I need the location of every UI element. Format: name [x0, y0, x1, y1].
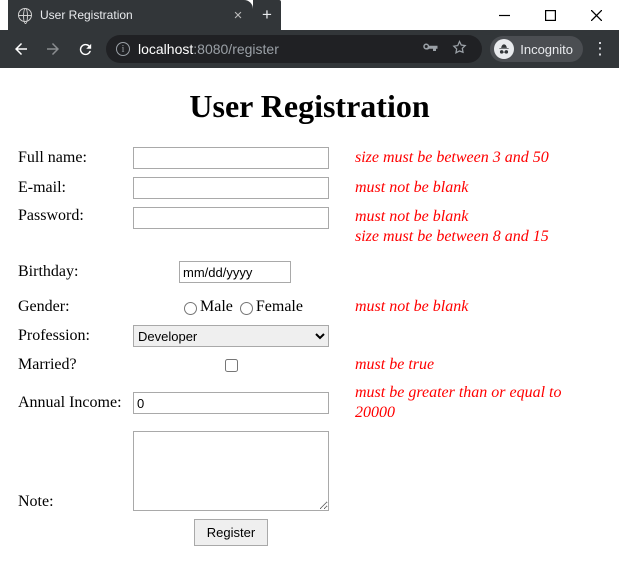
register-button[interactable]: Register — [194, 519, 268, 546]
password-key-icon[interactable] — [421, 39, 439, 60]
profession-label: Profession: — [18, 327, 133, 345]
password-error: must not be blank size must be between 8… — [355, 207, 549, 247]
window-maximize-button[interactable] — [527, 0, 573, 30]
gender-female-label: Female — [256, 298, 303, 316]
back-button[interactable] — [6, 34, 36, 64]
fullname-label: Full name: — [18, 149, 133, 167]
income-input[interactable] — [133, 392, 329, 414]
email-label: E-mail: — [18, 179, 133, 197]
gender-male-label: Male — [200, 298, 233, 316]
incognito-badge[interactable]: Incognito — [490, 36, 583, 62]
window-controls — [481, 0, 619, 30]
note-label: Note: — [18, 493, 133, 511]
window-titlebar: User Registration × + — [0, 0, 619, 30]
gender-male-radio[interactable] — [184, 302, 197, 315]
incognito-label: Incognito — [520, 42, 573, 57]
url-text: localhost:8080/register — [138, 41, 279, 57]
page-content: User Registration Full name: size must b… — [0, 68, 619, 568]
window-close-button[interactable] — [573, 0, 619, 30]
browser-tab[interactable]: User Registration × — [8, 0, 253, 30]
fullname-input[interactable] — [133, 147, 329, 169]
birthday-label: Birthday: — [18, 263, 133, 281]
browser-menu-button[interactable]: ⋮ — [587, 39, 613, 59]
site-info-icon[interactable]: i — [116, 42, 130, 56]
tab-title: User Registration — [40, 8, 223, 22]
married-error: must be true — [355, 355, 434, 375]
password-input[interactable] — [133, 207, 329, 229]
page-title: User Registration — [18, 88, 601, 125]
password-label: Password: — [18, 207, 133, 225]
browser-toolbar: i localhost:8080/register Incognito ⋮ — [0, 30, 619, 68]
note-textarea[interactable] — [133, 431, 329, 511]
new-tab-button[interactable]: + — [253, 0, 281, 30]
income-error: must be greater than or equal to 20000 — [355, 383, 601, 423]
married-label: Married? — [18, 356, 133, 374]
bookmark-star-icon[interactable] — [451, 39, 468, 59]
gender-female-radio[interactable] — [240, 302, 253, 315]
fullname-error: size must be between 3 and 50 — [355, 148, 549, 168]
email-error: must not be blank — [355, 178, 468, 198]
address-bar[interactable]: i localhost:8080/register — [106, 35, 482, 63]
globe-icon — [18, 8, 32, 22]
gender-error: must not be blank — [355, 297, 468, 317]
married-checkbox[interactable] — [225, 359, 238, 372]
reload-button[interactable] — [70, 34, 100, 64]
incognito-icon — [494, 39, 514, 59]
email-input[interactable] — [133, 177, 329, 199]
forward-button[interactable] — [38, 34, 68, 64]
income-label: Annual Income: — [18, 394, 133, 412]
tab-close-icon[interactable]: × — [231, 8, 245, 23]
window-minimize-button[interactable] — [481, 0, 527, 30]
birthday-input[interactable] — [179, 261, 291, 283]
profession-select[interactable]: Developer — [133, 325, 329, 347]
gender-label: Gender: — [18, 298, 133, 316]
